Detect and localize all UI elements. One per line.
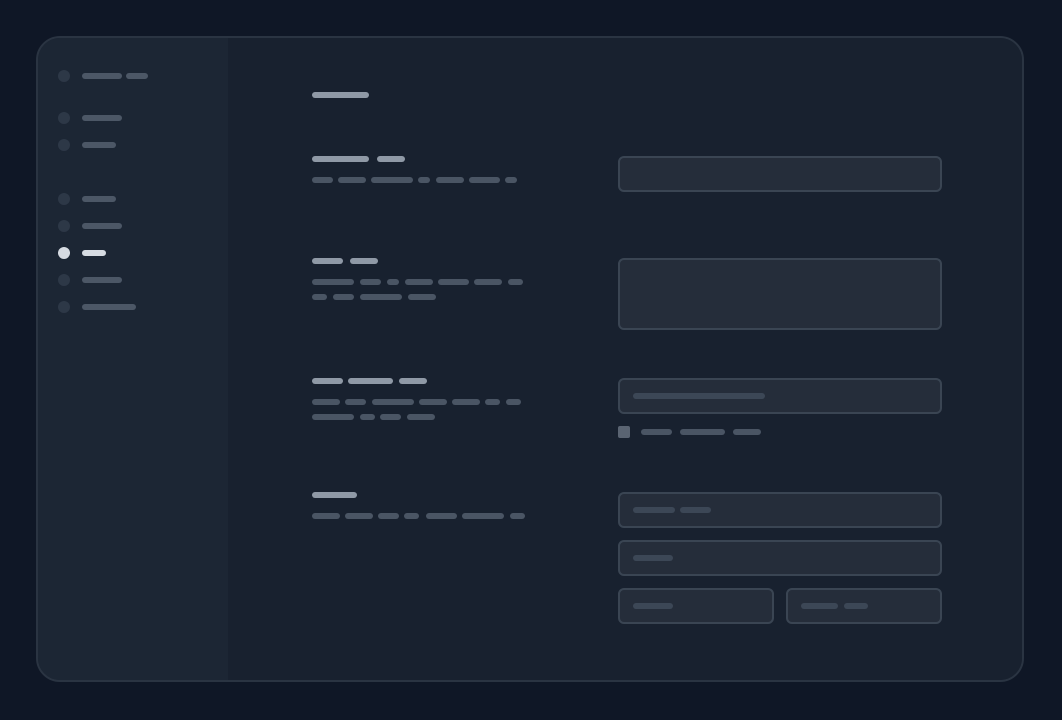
sidebar-item-1[interactable] [82,115,122,121]
page-title [312,92,369,98]
sidebar-header-title [82,73,122,79]
nav-icon [58,274,70,286]
sidebar-item-4[interactable] [82,223,122,229]
section-title [312,378,343,384]
section-description [312,513,340,519]
sidebar-item-2[interactable] [82,142,116,148]
section-description [312,279,354,285]
nav-icon [58,220,70,232]
app-window [36,36,1024,682]
sidebar [38,38,228,680]
input-placeholder [633,393,765,399]
nav-icon [58,193,70,205]
sidebar-header-subtitle [126,73,148,79]
textarea[interactable] [618,258,942,330]
nav-icon [58,139,70,151]
app-icon [58,70,70,82]
checkbox-label [641,429,672,435]
sidebar-item-7[interactable] [82,304,136,310]
sidebar-item-3[interactable] [82,196,116,202]
checkbox[interactable] [618,426,630,438]
nav-icon [58,112,70,124]
section-title [312,156,369,162]
section-title-secondary [377,156,405,162]
nav-icon [58,301,70,313]
section-description [312,399,340,405]
section-title [312,492,357,498]
section-description [312,177,333,183]
section-title [312,258,343,264]
text-input[interactable] [618,156,942,192]
sidebar-item-6[interactable] [82,277,122,283]
sidebar-item-active[interactable] [82,250,106,256]
active-nav-icon [58,247,70,259]
main-content [228,38,1022,680]
